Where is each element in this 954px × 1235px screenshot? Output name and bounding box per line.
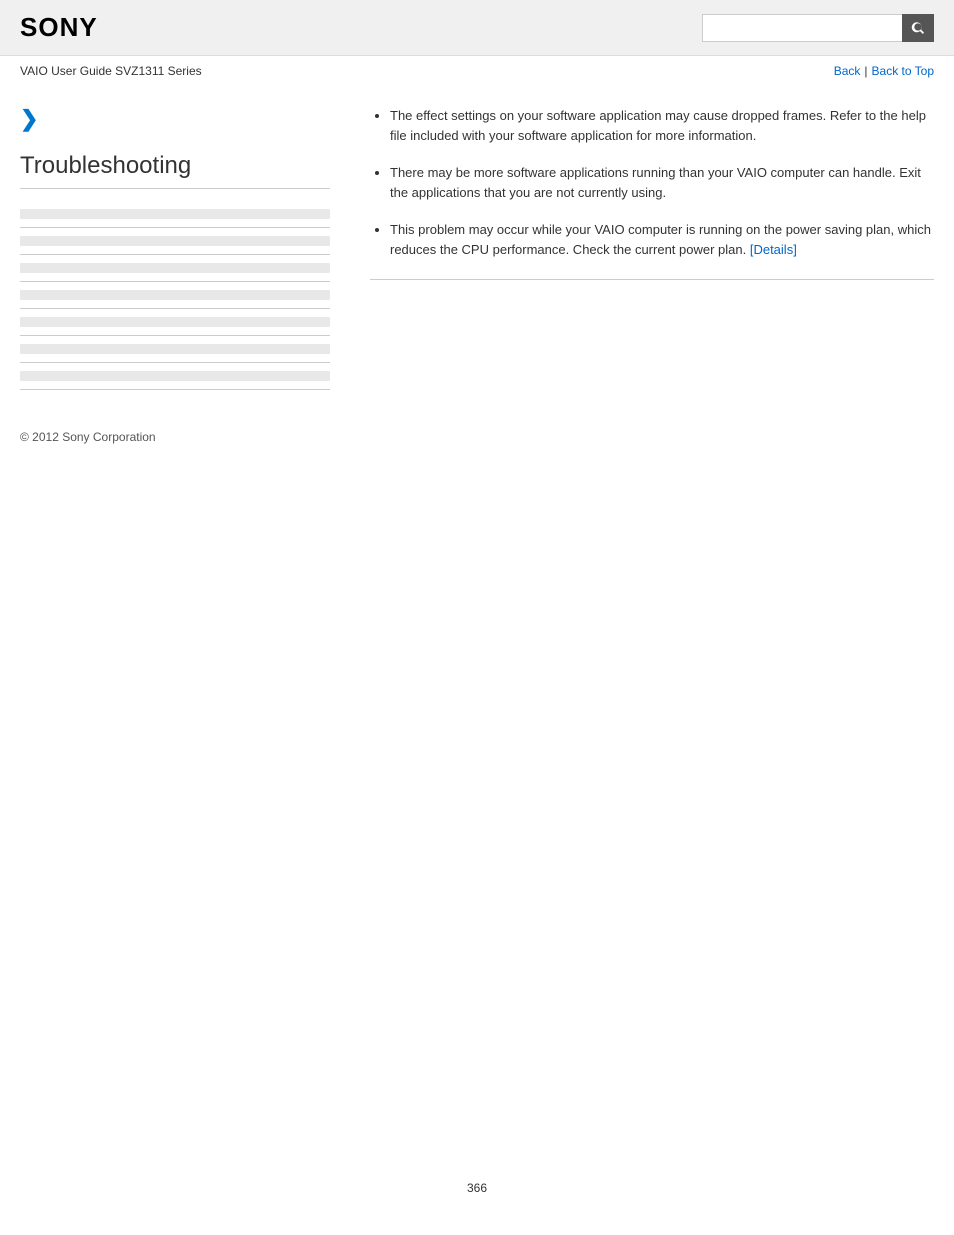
- nav-bar: VAIO User Guide SVZ1311 Series Back | Ba…: [0, 56, 954, 86]
- content-bullet-3: This problem may occur while your VAIO c…: [390, 220, 934, 259]
- search-area: [702, 14, 934, 42]
- sony-logo: SONY: [20, 12, 98, 43]
- sidebar-link[interactable]: [20, 317, 330, 327]
- sidebar-link[interactable]: [20, 209, 330, 219]
- content-divider: [370, 279, 934, 280]
- sidebar-link[interactable]: [20, 344, 330, 354]
- sidebar-link[interactable]: [20, 371, 330, 381]
- sidebar-links: [20, 201, 330, 390]
- content-list: The effect settings on your software app…: [370, 106, 934, 259]
- list-item: [20, 336, 330, 363]
- content-bullet-1: The effect settings on your software app…: [390, 106, 934, 145]
- list-item: [20, 309, 330, 336]
- list-item: [20, 363, 330, 390]
- search-icon: [910, 20, 926, 36]
- section-title: Troubleshooting: [20, 152, 330, 189]
- main-content: The effect settings on your software app…: [350, 106, 934, 390]
- list-item: [20, 255, 330, 282]
- page-number: 366: [0, 1161, 954, 1215]
- search-button[interactable]: [902, 14, 934, 42]
- copyright-text: © 2012 Sony Corporation: [20, 430, 156, 444]
- list-item: [20, 282, 330, 309]
- bullet-text-2: There may be more software applications …: [390, 165, 921, 200]
- nav-separator: |: [864, 64, 867, 78]
- chevron-icon: ❯: [20, 106, 330, 132]
- search-input[interactable]: [702, 14, 902, 42]
- content-area: ❯ Troubleshooting The effect settings on…: [0, 86, 954, 410]
- sidebar-link[interactable]: [20, 263, 330, 273]
- bullet-text-3: This problem may occur while your VAIO c…: [390, 222, 931, 257]
- back-to-top-link[interactable]: Back to Top: [872, 64, 934, 78]
- details-link[interactable]: [Details]: [750, 242, 797, 257]
- nav-links: Back | Back to Top: [834, 64, 934, 78]
- sidebar-link[interactable]: [20, 236, 330, 246]
- footer: © 2012 Sony Corporation: [0, 410, 954, 464]
- left-sidebar: ❯ Troubleshooting: [20, 106, 330, 390]
- content-bullet-2: There may be more software applications …: [390, 163, 934, 202]
- breadcrumb: VAIO User Guide SVZ1311 Series: [20, 64, 202, 78]
- list-item: [20, 228, 330, 255]
- back-link[interactable]: Back: [834, 64, 861, 78]
- header: SONY: [0, 0, 954, 56]
- sidebar-link[interactable]: [20, 290, 330, 300]
- list-item: [20, 201, 330, 228]
- bullet-text-1: The effect settings on your software app…: [390, 108, 926, 143]
